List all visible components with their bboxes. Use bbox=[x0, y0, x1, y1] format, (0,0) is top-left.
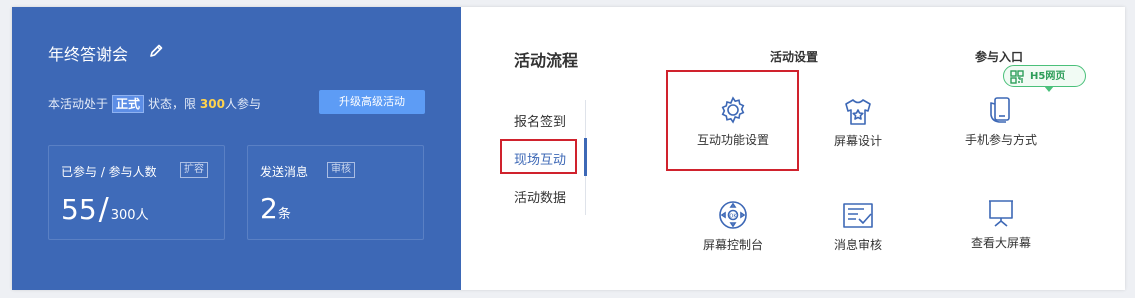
h5-tag-pointer bbox=[1044, 86, 1054, 92]
message-review-item[interactable]: 消息审核 bbox=[803, 202, 913, 253]
event-summary-panel: 年终答谢会 本活动处于 正式 状态，限 300人参与 升级高级活动 已参与 / 参与… bbox=[12, 7, 461, 290]
review-button[interactable]: 审核 bbox=[327, 162, 355, 178]
flow-active-indicator bbox=[584, 138, 587, 176]
column-participation-entry: 参与入口 bbox=[975, 50, 1024, 64]
participants-card: 已参与 / 参与人数 扩容 55/300人 bbox=[48, 145, 225, 240]
highlight-box-flow bbox=[500, 139, 577, 174]
status-badge: 正式 bbox=[112, 95, 145, 113]
messages-label: 发送消息 bbox=[260, 165, 309, 179]
column-activity-settings: 活动设置 bbox=[770, 50, 819, 64]
h5-webpage-label: H5网页 bbox=[1030, 71, 1066, 82]
h5-webpage-tag[interactable]: H5网页 bbox=[1003, 65, 1086, 87]
participants-slash: / bbox=[98, 192, 109, 227]
screen-icon bbox=[989, 200, 1013, 227]
phone-icon bbox=[990, 97, 1010, 123]
flow-item-data[interactable]: 活动数据 bbox=[514, 187, 566, 206]
gamepad-icon: OK bbox=[719, 201, 747, 229]
event-dashboard-card: 年终答谢会 本活动处于 正式 状态，限 300人参与 升级高级活动 已参与 / 参与… bbox=[12, 7, 1125, 290]
mobile-participation-item[interactable]: 手机参与方式 bbox=[946, 95, 1056, 148]
participants-value: 55/300人 bbox=[61, 192, 149, 227]
flow-item-signup[interactable]: 报名签到 bbox=[514, 111, 566, 130]
screen-console-item[interactable]: OK 屏幕控制台 bbox=[678, 200, 788, 253]
screen-console-label: 屏幕控制台 bbox=[702, 238, 763, 252]
screen-design-label: 屏幕设计 bbox=[833, 134, 882, 148]
pencil-icon[interactable] bbox=[148, 43, 164, 59]
status-prefix: 本活动处于 bbox=[48, 97, 109, 111]
messages-card: 发送消息 审核 2条 bbox=[247, 145, 424, 240]
messages-count: 2 bbox=[260, 192, 278, 225]
message-check-icon bbox=[843, 203, 873, 228]
highlight-box-interaction bbox=[666, 70, 799, 171]
view-big-screen-item[interactable]: 查看大屏幕 bbox=[946, 198, 1056, 251]
participants-max: 300 bbox=[110, 208, 136, 223]
view-big-screen-label: 查看大屏幕 bbox=[970, 236, 1031, 250]
event-title: 年终答谢会 bbox=[48, 45, 129, 64]
screen-design-item[interactable]: 屏幕设计 bbox=[803, 98, 913, 149]
status-mid: 状态，限 bbox=[148, 97, 197, 111]
messages-unit: 条 bbox=[277, 207, 291, 222]
svg-text:OK: OK bbox=[729, 214, 737, 220]
participant-limit: 300 bbox=[199, 97, 225, 111]
upgrade-event-button[interactable]: 升级高级活动 bbox=[319, 90, 425, 114]
messages-value: 2条 bbox=[260, 192, 291, 225]
shirt-icon bbox=[845, 99, 871, 125]
expand-capacity-button[interactable]: 扩容 bbox=[180, 162, 208, 178]
participants-label: 已参与 / 参与人数 bbox=[61, 165, 157, 179]
mobile-participation-label: 手机参与方式 bbox=[964, 133, 1037, 147]
participants-count: 55 bbox=[61, 193, 97, 226]
message-review-label: 消息审核 bbox=[833, 238, 882, 252]
flow-title: 活动流程 bbox=[514, 51, 579, 70]
event-status-line: 本活动处于 正式 状态，限 300人参与 bbox=[48, 95, 261, 113]
qr-code-icon bbox=[1010, 70, 1024, 84]
status-suffix: 人参与 bbox=[224, 97, 261, 111]
participants-unit: 人 bbox=[135, 208, 149, 223]
